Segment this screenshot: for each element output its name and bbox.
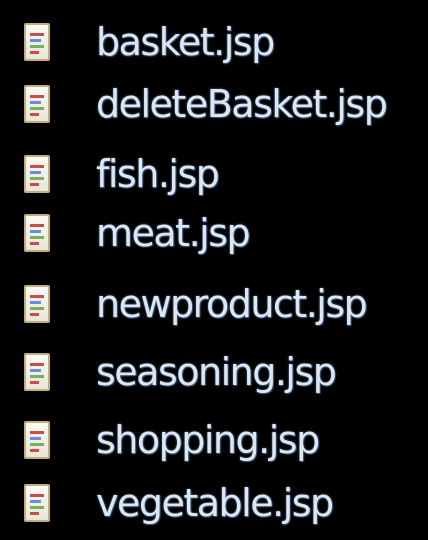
file-name: deleteBasket.jsp	[96, 82, 388, 126]
jsp-file-icon	[24, 353, 50, 391]
file-item-shopping[interactable]: shopping.jsp	[0, 412, 428, 472]
jsp-file-icon	[24, 214, 50, 252]
jsp-file-icon	[24, 23, 50, 61]
file-item-basket[interactable]: basket.jsp	[0, 14, 428, 74]
file-list: basket.jsp deleteBasket.jsp fish.jsp mea…	[0, 0, 428, 540]
file-name: meat.jsp	[96, 211, 251, 255]
file-name: basket.jsp	[96, 20, 275, 64]
file-item-meat[interactable]: meat.jsp	[0, 205, 428, 265]
file-name: fish.jsp	[96, 152, 220, 196]
file-item-newproduct[interactable]: newproduct.jsp	[0, 276, 428, 336]
file-item-fish[interactable]: fish.jsp	[0, 146, 428, 206]
file-name: seasoning.jsp	[96, 350, 337, 394]
jsp-file-icon	[24, 85, 50, 123]
jsp-file-icon	[24, 285, 50, 323]
jsp-file-icon	[24, 484, 50, 522]
file-item-deletebasket[interactable]: deleteBasket.jsp	[0, 76, 428, 136]
jsp-file-icon	[24, 155, 50, 193]
jsp-file-icon	[24, 421, 50, 459]
file-item-vegetable[interactable]: vegetable.jsp	[0, 475, 428, 535]
file-name: newproduct.jsp	[96, 282, 368, 326]
file-name: shopping.jsp	[96, 418, 320, 462]
file-item-seasoning[interactable]: seasoning.jsp	[0, 344, 428, 404]
file-name: vegetable.jsp	[96, 481, 334, 525]
